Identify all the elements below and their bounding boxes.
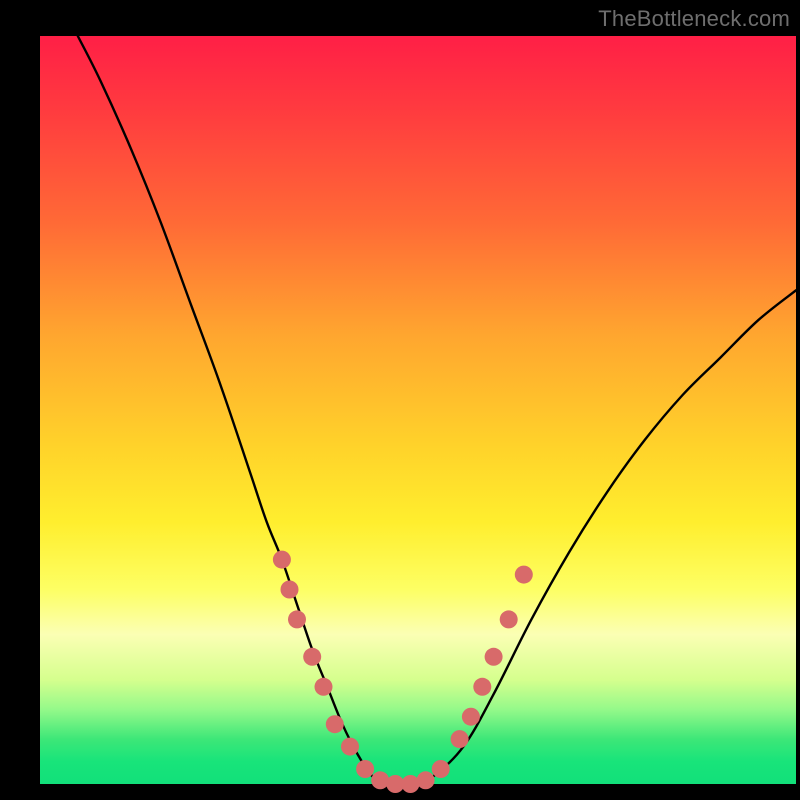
marker-dot [451,730,469,748]
marker-dot [417,771,435,789]
chart-frame: TheBottleneck.com [0,0,800,800]
chart-plot-area [40,36,796,784]
marker-dot [356,760,374,778]
marker-dot [315,678,333,696]
attribution-text: TheBottleneck.com [598,6,790,32]
bottleneck-curve [78,36,796,785]
marker-dot [371,771,389,789]
chart-svg [40,36,796,784]
marker-dot [326,715,344,733]
marker-dot [281,581,299,599]
marker-dot [473,678,491,696]
marker-dot [432,760,450,778]
marker-dot [500,610,518,628]
marker-dot [303,648,321,666]
marker-dot [515,566,533,584]
marker-dot [401,775,419,793]
curve-layer [78,36,796,785]
marker-dot [462,708,480,726]
marker-dot [485,648,503,666]
marker-dot [341,738,359,756]
marker-dot [273,551,291,569]
marker-dot [288,610,306,628]
marker-layer [273,551,533,793]
